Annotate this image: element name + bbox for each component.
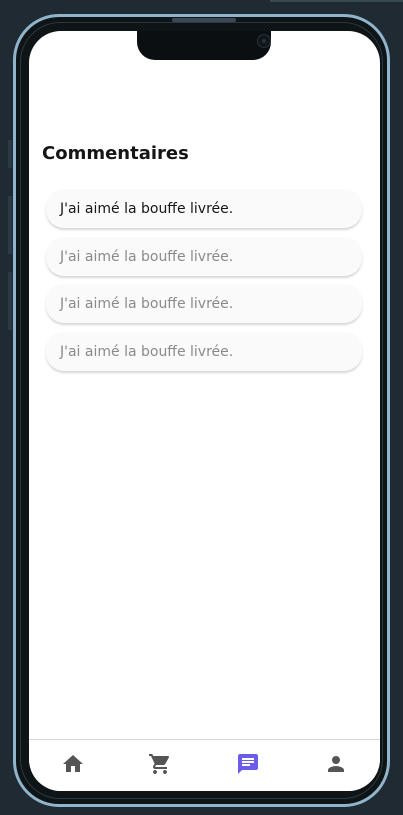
home-icon <box>63 755 83 772</box>
camera-icon <box>257 34 271 48</box>
background-stripe <box>8 140 12 168</box>
side-button <box>387 150 390 240</box>
tab-profile[interactable] <box>324 752 348 776</box>
person-icon <box>328 756 344 772</box>
comment-item[interactable]: J'ai aimé la bouffe livrée. <box>46 237 362 276</box>
tab-cart[interactable] <box>148 752 172 776</box>
background-topbar <box>270 0 403 2</box>
page-title: Commentaires <box>42 143 189 164</box>
background-stripe <box>8 196 12 254</box>
bottom-tab-bar <box>29 739 380 791</box>
notch <box>137 31 271 60</box>
comment-item[interactable]: J'ai aimé la bouffe livrée. <box>46 332 362 371</box>
comment-item[interactable]: J'ai aimé la bouffe livrée. <box>46 189 362 228</box>
comment-item[interactable]: J'ai aimé la bouffe livrée. <box>46 284 362 323</box>
speaker-slot <box>172 18 236 22</box>
tab-home[interactable] <box>61 752 85 776</box>
background-stripe <box>8 272 12 330</box>
cart-icon <box>149 754 170 774</box>
phone-screen: Commentaires J'ai aimé la bouffe livrée.… <box>29 31 380 791</box>
side-button <box>13 120 16 200</box>
tab-comments[interactable] <box>236 752 260 776</box>
chat-icon <box>238 754 258 774</box>
